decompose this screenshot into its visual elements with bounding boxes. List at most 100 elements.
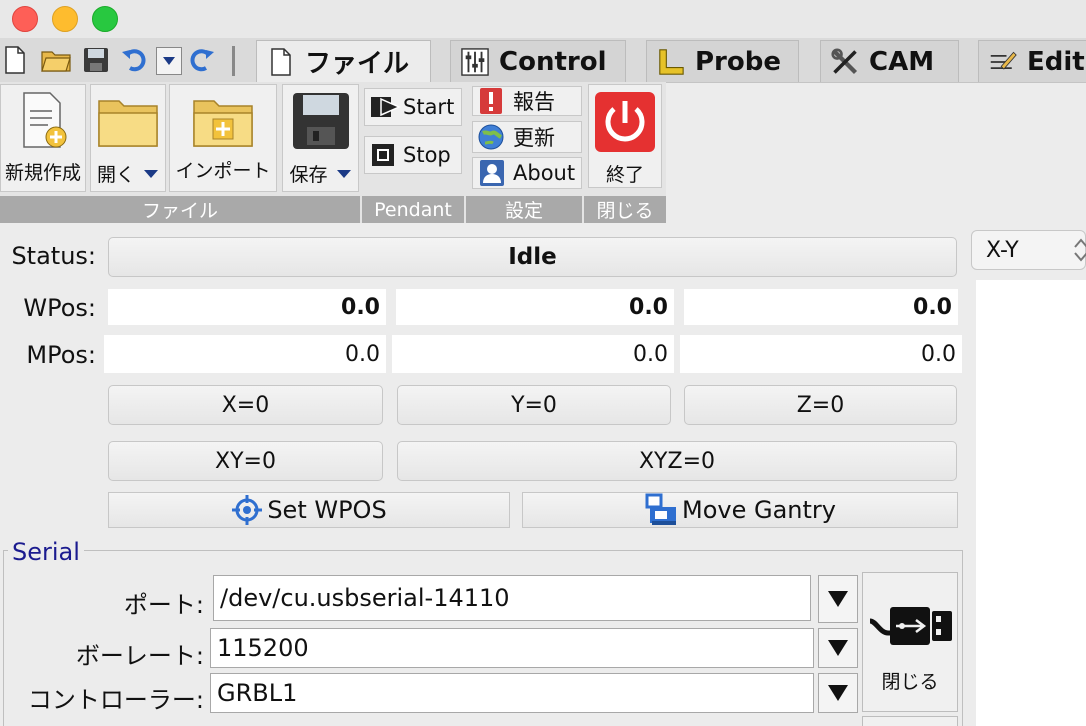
set-wpos-button[interactable]: Set WPOS <box>108 492 510 528</box>
file-group-label: ファイル <box>0 196 362 223</box>
tab-label: Edit <box>1027 46 1085 77</box>
save-button[interactable]: 保存 <box>282 84 359 192</box>
serial-legend: Serial <box>8 538 84 566</box>
move-gantry-button[interactable]: Move Gantry <box>522 492 958 528</box>
pendant-stop-button[interactable]: Stop <box>364 136 462 174</box>
stop-label: Stop <box>403 143 451 167</box>
tab-label: CAM <box>869 46 935 77</box>
crosshair-icon <box>232 495 263 525</box>
controller-label: コントローラー: <box>27 686 204 714</box>
view-select-value: X-Y <box>986 237 1019 263</box>
z-zero-button[interactable]: Z=0 <box>684 385 957 425</box>
canvas-pane[interactable] <box>976 280 1086 726</box>
baud-field[interactable]: 115200 <box>210 628 814 668</box>
undo-icon[interactable] <box>118 44 150 76</box>
baud-label: ボーレート: <box>75 642 204 670</box>
play-icon <box>371 97 401 117</box>
quit-label: 終了 <box>605 164 644 186</box>
serial-close-label: 閉じる <box>881 671 939 693</box>
port-field[interactable]: /dev/cu.usbserial-14110 <box>213 575 811 621</box>
tab-control[interactable]: Control <box>450 40 626 82</box>
import-label: インポート <box>175 160 271 182</box>
pendant-start-button[interactable]: Start <box>364 88 462 126</box>
dropdown-arrow-icon <box>828 640 848 656</box>
redo-icon[interactable] <box>186 44 218 76</box>
mpos-z: 0.0 <box>680 335 962 373</box>
floppy-icon <box>291 91 351 156</box>
title-bar <box>0 0 1086 38</box>
tools-icon <box>831 47 859 77</box>
save-label: 保存 <box>289 164 328 186</box>
folder-icon <box>96 91 160 156</box>
chevron-down-icon <box>336 169 351 178</box>
open-button[interactable]: 開く <box>90 84 166 192</box>
new-label: 新規作成 <box>4 162 81 184</box>
close-group-label: 閉じる <box>584 196 666 223</box>
tab-probe[interactable]: Probe <box>646 40 799 82</box>
user-icon <box>480 160 504 186</box>
pendant-group-label: Pendant <box>362 196 466 223</box>
dropdown-arrow-icon <box>828 591 848 607</box>
view-select[interactable]: X-Y <box>971 230 1086 270</box>
xyz-zero-button[interactable]: XYZ=0 <box>397 441 957 481</box>
tab-label: Probe <box>695 46 781 77</box>
report-button[interactable]: 報告 <box>472 86 582 116</box>
serial-close-button[interactable]: 閉じる <box>862 572 958 712</box>
set-wpos-label: Set WPOS <box>267 496 387 524</box>
tab-edit[interactable]: Edit <box>978 40 1086 82</box>
new-button[interactable]: 新規作成 <box>0 84 86 192</box>
alert-icon <box>480 88 502 114</box>
quit-button[interactable]: 終了 <box>588 84 662 188</box>
tab-label: ファイル <box>305 49 410 79</box>
update-button[interactable]: 更新 <box>472 121 582 153</box>
zoom-window-button[interactable] <box>92 6 118 32</box>
open-dropdown[interactable]: 開く <box>97 160 159 187</box>
controller-dropdown-button[interactable] <box>818 673 858 713</box>
report-label: 報告 <box>513 90 555 114</box>
move-gantry-label: Move Gantry <box>682 496 836 524</box>
tab-file[interactable]: ファイル <box>256 40 431 82</box>
chevron-down-icon <box>144 169 158 178</box>
close-window-button[interactable] <box>12 6 38 32</box>
mpos-label: MPos: <box>26 341 96 369</box>
toolbar-separator <box>232 46 235 76</box>
mpos-y: 0.0 <box>392 335 674 373</box>
settings-group-label: 設定 <box>466 196 584 223</box>
partial-button[interactable] <box>862 716 958 726</box>
tab-cam[interactable]: CAM <box>820 40 959 82</box>
baud-dropdown-button[interactable] <box>818 628 858 668</box>
gantry-icon <box>645 493 676 525</box>
port-label: ポート: <box>123 591 204 619</box>
status-value: Idle <box>108 237 957 277</box>
ruler-icon <box>657 47 685 77</box>
new-file-icon[interactable] <box>2 44 28 76</box>
minimize-window-button[interactable] <box>52 6 78 32</box>
x-zero-button[interactable]: X=0 <box>108 385 383 425</box>
usb-icon <box>869 607 952 645</box>
file-icon <box>267 47 295 77</box>
save-icon[interactable] <box>80 44 112 76</box>
port-dropdown-button[interactable] <box>818 575 858 623</box>
tab-label: Control <box>499 46 607 77</box>
open-label: 開く <box>96 164 135 186</box>
status-label: Status: <box>11 242 96 270</box>
mpos-x: 0.0 <box>104 335 386 373</box>
import-folder-icon <box>191 91 255 156</box>
xy-zero-button[interactable]: XY=0 <box>108 441 383 481</box>
import-button[interactable]: インポート <box>169 84 277 192</box>
pencil-icon <box>989 47 1017 77</box>
wpos-z: 0.0 <box>684 289 958 325</box>
globe-icon <box>478 124 504 150</box>
wpos-y: 0.0 <box>396 289 674 325</box>
dropdown-arrow-icon <box>828 685 848 701</box>
controller-field[interactable]: GRBL1 <box>210 673 814 713</box>
about-button[interactable]: About <box>472 157 582 189</box>
new-document-icon <box>18 91 68 156</box>
chevron-updown-icon <box>1074 238 1086 262</box>
open-folder-icon[interactable] <box>38 44 74 76</box>
dropdown-icon[interactable] <box>156 47 182 75</box>
save-dropdown[interactable]: 保存 <box>289 160 351 187</box>
update-label: 更新 <box>513 126 555 150</box>
y-zero-button[interactable]: Y=0 <box>397 385 671 425</box>
power-icon <box>594 91 656 158</box>
